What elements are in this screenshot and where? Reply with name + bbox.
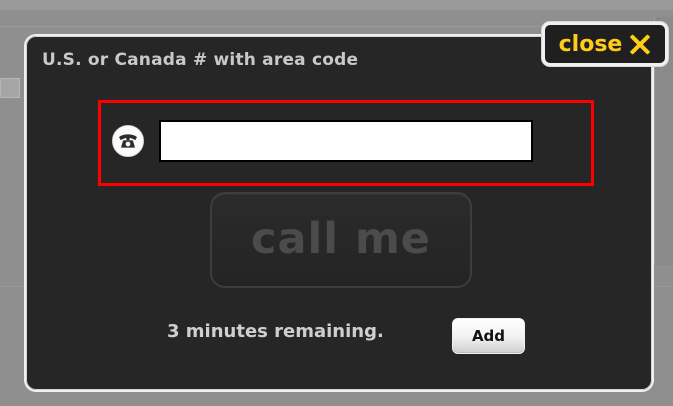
call-me-button[interactable]: call me	[210, 192, 472, 288]
phone-icon	[112, 125, 144, 157]
phone-number-instruction: U.S. or Canada # with area code	[42, 50, 359, 70]
close-button-label: close	[558, 31, 623, 57]
add-minutes-button[interactable]: Add	[452, 318, 525, 354]
minutes-remaining-text: 3 minutes remaining.	[167, 321, 384, 342]
phone-number-input[interactable]	[159, 120, 533, 162]
phone-number-field-group	[98, 100, 594, 186]
background-page-input	[0, 78, 20, 98]
close-icon	[629, 33, 651, 55]
screenshot-stage: U.S. or Canada # with area code close ca…	[0, 0, 673, 406]
close-button[interactable]: close	[542, 22, 668, 66]
call-me-dialog: U.S. or Canada # with area code close ca…	[24, 22, 668, 392]
